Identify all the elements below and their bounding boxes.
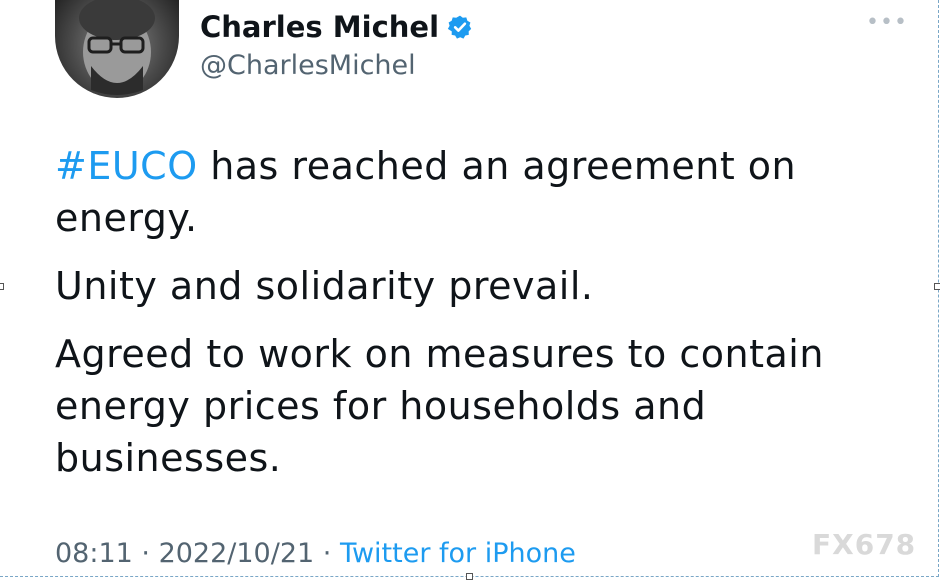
tweet-date[interactable]: 2022/10/21: [159, 538, 315, 569]
tweet-paragraph-1: #EUCO has reached an agreement on energy…: [55, 140, 915, 244]
meta-separator: ·: [314, 538, 340, 569]
tweet-text: #EUCO has reached an agreement on energy…: [55, 140, 915, 500]
resize-handle-right[interactable]: [934, 283, 940, 290]
author-name[interactable]: Charles Michel: [200, 10, 439, 44]
more-horizontal-icon[interactable]: •••: [866, 10, 908, 35]
resize-handle-bottom[interactable]: [466, 573, 473, 580]
tweet-metadata: 08:11 · 2022/10/21 · Twitter for iPhone: [55, 538, 576, 569]
hashtag-link[interactable]: #EUCO: [55, 144, 198, 188]
tweet-paragraph-3: Agreed to work on measures to contain en…: [55, 332, 824, 480]
author-handle[interactable]: @CharlesMichel: [200, 50, 416, 81]
tweet-source-link[interactable]: Twitter for iPhone: [340, 538, 576, 569]
tweet-paragraph-2: Unity and solidarity prevail.: [55, 264, 594, 308]
watermark: FX678: [812, 528, 917, 561]
meta-separator: ·: [132, 538, 159, 569]
verified-badge-icon: [447, 15, 472, 39]
tweet-time[interactable]: 08:11: [55, 538, 133, 569]
author-name-row: Charles Michel: [200, 10, 473, 44]
resize-handle-left[interactable]: [0, 283, 4, 290]
